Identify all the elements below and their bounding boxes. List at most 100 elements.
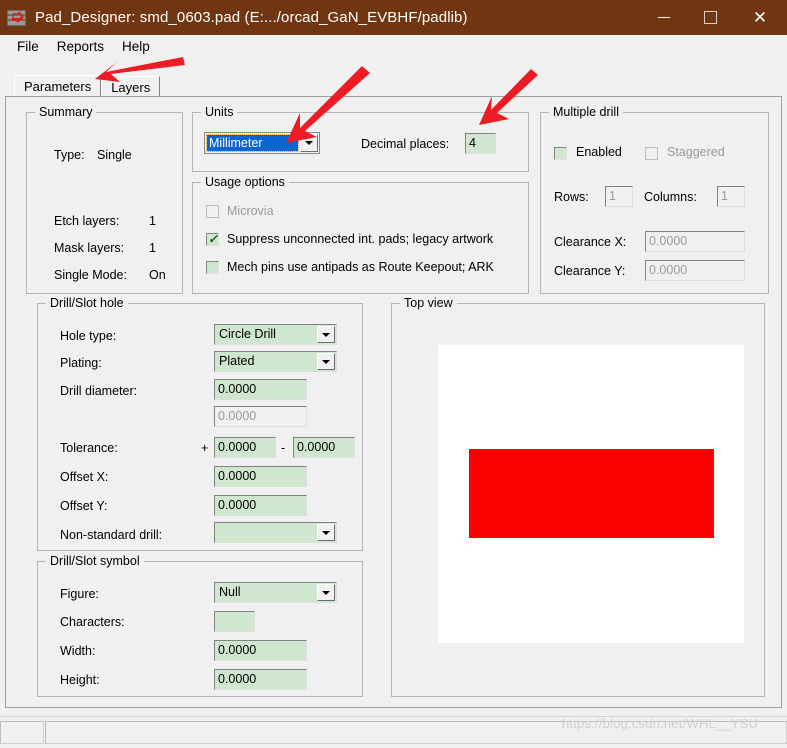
non-standard-drill-combo-arrow[interactable]: [317, 524, 335, 541]
drill-diameter-second-input[interactable]: 0.0000: [214, 406, 307, 427]
tolerance-minus-input[interactable]: 0.0000: [293, 437, 355, 458]
close-button[interactable]: ✕: [733, 0, 787, 35]
chevron-down-icon: [322, 530, 330, 535]
drill-diameter-label: Drill diameter:: [60, 384, 138, 398]
units-group: Units Millimeter Decimal places: 4: [192, 105, 529, 172]
summary-mask-layers-value: 1: [149, 241, 156, 255]
menu-item-help[interactable]: Help: [113, 37, 159, 56]
pad-designer-icon: ➭: [7, 8, 26, 27]
maximize-button[interactable]: [687, 0, 733, 35]
figure-combo[interactable]: Null: [214, 582, 337, 603]
chevron-down-icon: [322, 590, 330, 595]
figure-combo-arrow[interactable]: [317, 584, 335, 601]
tab-strip: Parameters Layers: [14, 75, 161, 98]
summary-type-label: Type:: [54, 148, 85, 162]
maximize-icon: [703, 11, 717, 24]
units-combo-value: Millimeter: [206, 134, 299, 152]
hole-type-combo[interactable]: Circle Drill: [214, 324, 337, 345]
drill-slot-symbol-legend: Drill/Slot symbol: [46, 554, 144, 568]
top-view-canvas[interactable]: [438, 345, 744, 643]
summary-single-mode-label: Single Mode:: [54, 268, 127, 282]
multiple-drill-clearance-x-input[interactable]: 0.0000: [645, 231, 745, 252]
mech-pins-antipads-checkbox[interactable]: [206, 261, 219, 274]
figure-value: Null: [219, 585, 241, 599]
hole-type-combo-arrow[interactable]: [317, 326, 335, 343]
chevron-down-icon: [322, 332, 330, 337]
multiple-drill-columns-input[interactable]: 1: [717, 186, 745, 207]
plating-value: Plated: [219, 354, 255, 368]
usage-options-legend: Usage options: [201, 175, 289, 189]
multiple-drill-staggered-label: Staggered: [667, 145, 725, 159]
menu-bar: File Reports Help: [0, 35, 787, 58]
suppress-unconnected-checkbox[interactable]: ✓: [206, 233, 219, 246]
height-label: Height:: [60, 673, 100, 687]
multiple-drill-clearance-x-label: Clearance X:: [554, 235, 627, 249]
chevron-down-icon: [305, 141, 313, 145]
units-combo-arrow[interactable]: [300, 134, 318, 152]
decimal-places-label: Decimal places:: [361, 137, 450, 151]
units-legend: Units: [201, 105, 238, 119]
status-pane-right: [45, 721, 787, 744]
mech-pins-antipads-label: Mech pins use antipads as Route Keepout;…: [227, 260, 494, 274]
tab-layers[interactable]: Layers: [101, 76, 161, 98]
drill-slot-hole-group: Drill/Slot hole Hole type: Circle Drill …: [37, 296, 363, 551]
chevron-down-icon: [322, 359, 330, 364]
non-standard-drill-combo[interactable]: [214, 522, 337, 543]
decimal-places-input[interactable]: 4: [465, 133, 496, 154]
tolerance-minus-sign: -: [281, 441, 286, 455]
multiple-drill-rows-input[interactable]: 1: [605, 186, 633, 207]
window-controls: ✕: [641, 0, 787, 35]
characters-label: Characters:: [60, 615, 125, 629]
width-label: Width:: [60, 644, 96, 658]
hole-type-label: Hole type:: [60, 329, 117, 343]
plating-combo[interactable]: Plated: [214, 351, 337, 372]
multiple-drill-staggered-checkbox[interactable]: [645, 147, 658, 160]
multiple-drill-legend: Multiple drill: [549, 105, 623, 119]
tolerance-plus-sign: +: [201, 441, 209, 455]
hole-type-value: Circle Drill: [219, 327, 276, 341]
non-standard-drill-label: Non-standard drill:: [60, 528, 163, 542]
multiple-drill-clearance-y-input[interactable]: 0.0000: [645, 260, 745, 281]
multiple-drill-enabled-checkbox[interactable]: [554, 147, 567, 160]
drill-slot-symbol-group: Drill/Slot symbol Figure: Null Character…: [37, 554, 363, 697]
parameters-panel: Summary Type: Single Etch layers: 1 Mask…: [5, 96, 782, 708]
status-bar: [0, 716, 787, 748]
status-pane-left: [0, 721, 44, 744]
height-input[interactable]: 0.0000: [214, 669, 307, 690]
close-icon: ✕: [752, 8, 768, 27]
top-view-group: Top view: [391, 296, 765, 697]
plating-combo-arrow[interactable]: [317, 353, 335, 370]
figure-label: Figure:: [60, 587, 99, 601]
menu-item-reports[interactable]: Reports: [48, 37, 113, 56]
multiple-drill-enabled-label: Enabled: [576, 145, 622, 159]
check-icon: ✓: [208, 232, 219, 246]
multiple-drill-group: Multiple drill Enabled Staggered Rows: 1…: [540, 105, 769, 294]
width-input[interactable]: 0.0000: [214, 640, 307, 661]
drill-diameter-input[interactable]: 0.0000: [214, 379, 307, 400]
summary-group: Summary Type: Single Etch layers: 1 Mask…: [26, 105, 183, 294]
summary-mask-layers-label: Mask layers:: [54, 241, 125, 255]
minimize-button[interactable]: [641, 0, 687, 35]
offset-x-label: Offset X:: [60, 470, 109, 484]
minimize-icon: [658, 17, 670, 18]
title-bar: ➭ Pad_Designer: smd_0603.pad (E:.../orca…: [0, 0, 787, 35]
plating-label: Plating:: [60, 356, 102, 370]
offset-y-input[interactable]: 0.0000: [214, 495, 307, 516]
tab-parameters[interactable]: Parameters: [14, 75, 102, 98]
microvia-checkbox[interactable]: [206, 205, 219, 218]
suppress-unconnected-label: Suppress unconnected int. pads; legacy a…: [227, 232, 494, 246]
multiple-drill-columns-label: Columns:: [644, 190, 697, 204]
characters-input[interactable]: [214, 611, 255, 632]
microvia-label: Microvia: [227, 204, 274, 218]
usage-options-group: Usage options Microvia ✓ Suppress unconn…: [192, 175, 529, 294]
offset-x-input[interactable]: 0.0000: [214, 466, 307, 487]
tolerance-plus-input[interactable]: 0.0000: [214, 437, 276, 458]
menu-item-file[interactable]: File: [8, 37, 48, 56]
units-combo[interactable]: Millimeter: [204, 132, 320, 154]
top-view-legend: Top view: [400, 296, 457, 310]
pad-shape-rect: [469, 449, 714, 538]
summary-type-value: Single: [97, 148, 132, 162]
offset-y-label: Offset Y:: [60, 499, 108, 513]
window-title: Pad_Designer: smd_0603.pad (E:.../orcad_…: [35, 9, 468, 26]
drill-slot-hole-legend: Drill/Slot hole: [46, 296, 128, 310]
